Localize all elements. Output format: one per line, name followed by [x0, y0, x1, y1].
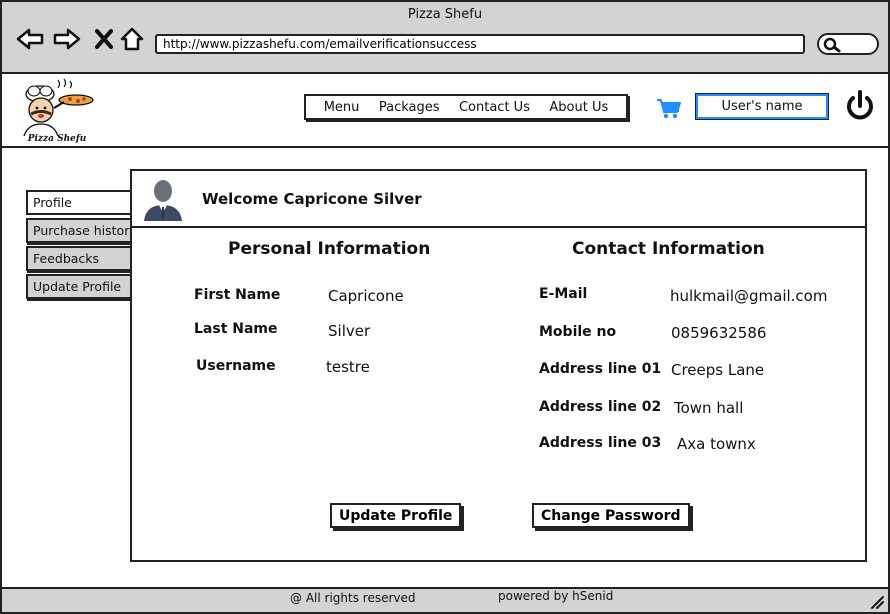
site-header: Pizza Shefu Menu Packages Contact Us Abo… [2, 74, 888, 148]
profile-header: Welcome Capricone Silver [132, 171, 865, 228]
browser-window: Pizza Shefu http://www.pizzashefu.com/em… [0, 0, 890, 614]
nav-packages[interactable]: Packages [379, 100, 440, 115]
change-password-button[interactable]: Change Password [532, 503, 690, 528]
last-name-label: Last Name [194, 321, 278, 337]
window-title: Pizza Shefu [407, 7, 483, 22]
sidebar-item-feedbacks[interactable]: Feedbacks [26, 246, 132, 271]
user-avatar-icon [142, 177, 184, 225]
footer-powered-by: powered by hSenid [498, 589, 614, 603]
mobile-label: Mobile no [539, 324, 617, 340]
email-label: E-Mail [539, 286, 588, 302]
mobile-value: 0859632586 [671, 324, 767, 342]
sidebar-item-purchase-history[interactable]: Purchase history [26, 218, 132, 243]
browser-titlebar: Pizza Shefu [2, 2, 888, 74]
search-icon [823, 37, 841, 53]
nav-menu[interactable]: Menu [324, 100, 360, 115]
user-name-box[interactable]: User's name [695, 93, 829, 120]
username-label: Username [196, 358, 276, 374]
back-arrow-icon[interactable] [16, 26, 44, 52]
top-navigation: Menu Packages Contact Us About Us [304, 94, 628, 120]
personal-info-title: Personal Information [228, 239, 431, 259]
update-profile-button[interactable]: Update Profile [330, 503, 462, 528]
home-icon[interactable] [118, 26, 146, 52]
resize-handle-icon[interactable] [870, 595, 884, 612]
welcome-message: Welcome Capricone Silver [202, 190, 422, 208]
pizza-shefu-logo[interactable]: Pizza Shefu [14, 78, 100, 144]
url-input[interactable] [155, 34, 805, 54]
last-name-value: Silver [328, 322, 371, 340]
forward-arrow-icon[interactable] [53, 26, 81, 52]
address-line-3-value: Axa townx [677, 435, 756, 453]
profile-panel: Welcome Capricone Silver Personal Inform… [130, 169, 867, 562]
site-footer: @ All rights reserved powered by hSenid [2, 587, 888, 612]
address-line-2-value: Town hall [674, 399, 744, 417]
contact-info-title: Contact Information [572, 239, 765, 259]
first-name-value: Capricone [328, 287, 404, 305]
profile-sidebar: Profile Purchase history Feedbacks Updat… [26, 190, 134, 302]
logo-text: Pizza Shefu [27, 134, 87, 144]
address-line-3-label: Address line 03 [539, 435, 662, 451]
address-line-1-label: Address line 01 [539, 361, 662, 377]
chef-logo-icon [23, 78, 94, 137]
stop-x-icon[interactable] [90, 26, 118, 52]
nav-about-us[interactable]: About Us [549, 100, 608, 115]
username-value: testre [326, 358, 370, 376]
footer-rights: @ All rights reserved [290, 591, 416, 605]
address-line-2-label: Address line 02 [539, 399, 662, 415]
address-line-1-value: Creeps Lane [671, 361, 765, 379]
nav-contact-us[interactable]: Contact Us [459, 100, 530, 115]
browser-search-field[interactable] [817, 33, 879, 55]
power-logout-icon[interactable] [844, 90, 876, 128]
email-value: hulkmail@gmail.com [670, 287, 828, 305]
sidebar-item-profile[interactable]: Profile [26, 190, 134, 215]
first-name-label: First Name [194, 287, 281, 303]
shopping-cart-icon[interactable] [656, 98, 682, 124]
sidebar-item-update-profile[interactable]: Update Profile [26, 274, 132, 299]
